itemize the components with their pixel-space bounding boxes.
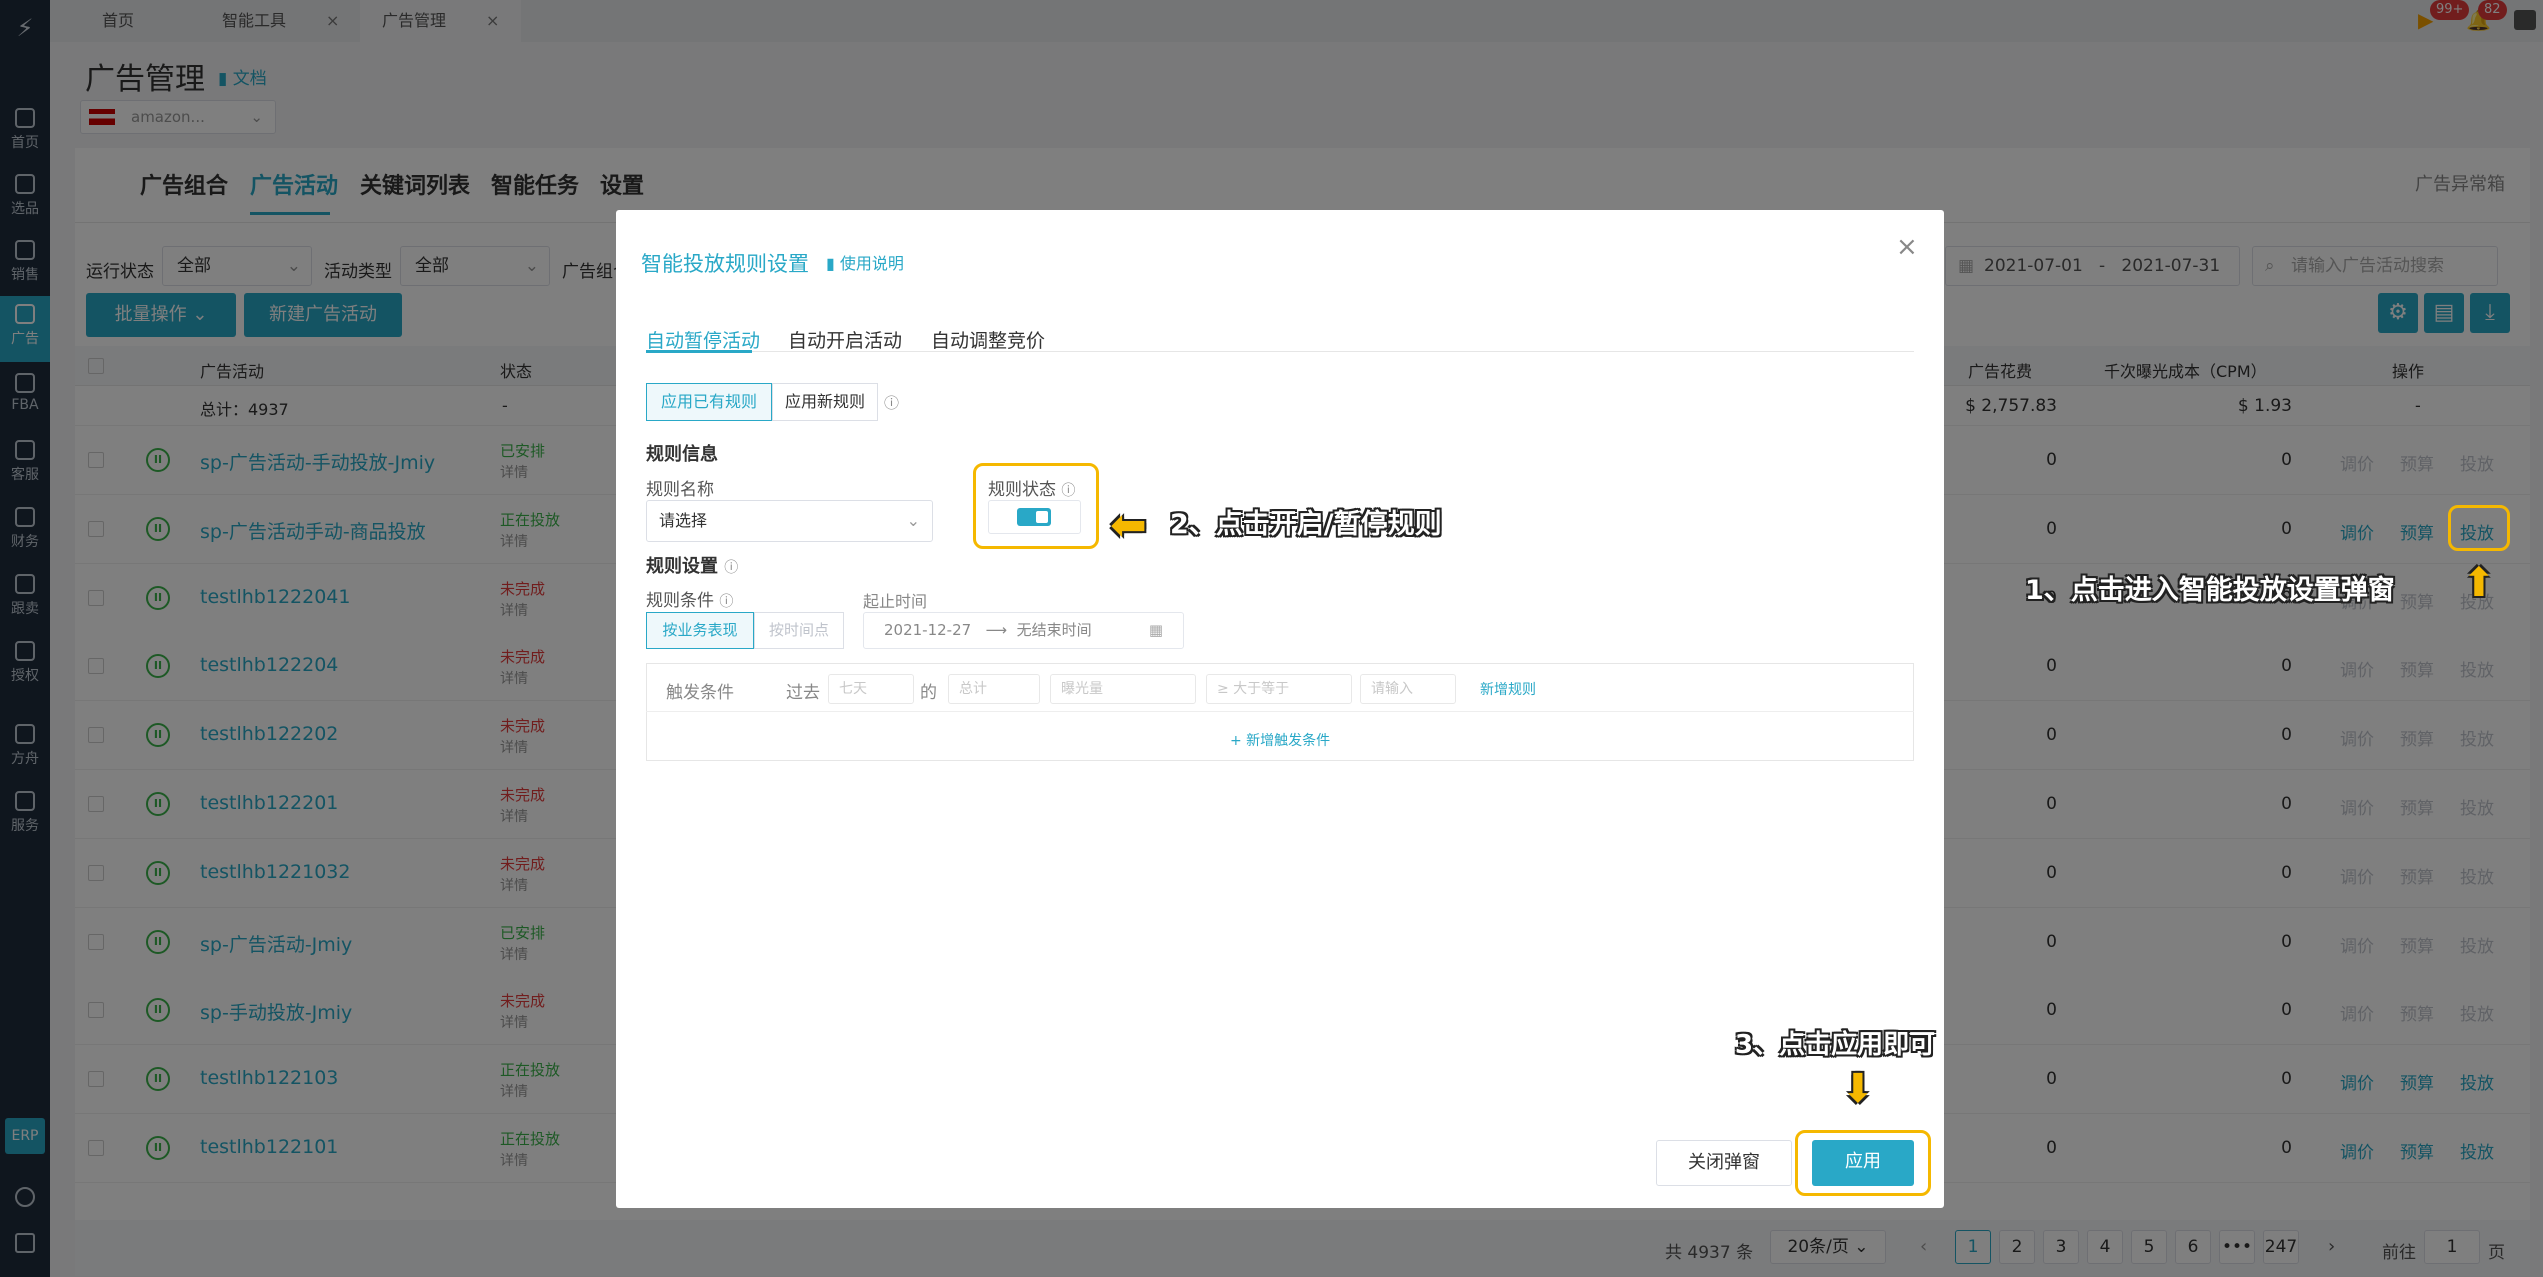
tab-auto-bid[interactable]: 自动调整竞价: [931, 326, 1045, 353]
rule-name-select[interactable]: 请选择 ⌄: [646, 500, 933, 542]
callout-step-2: 2、点击开启/暂停规则: [1170, 509, 1442, 540]
trigger-label: 触发条件: [666, 683, 734, 703]
apply-existing-rule-button[interactable]: 应用已有规则: [646, 383, 772, 421]
by-time-button[interactable]: 按时间点: [754, 612, 844, 649]
close-icon[interactable]: ×: [1896, 232, 1918, 262]
period-label: 起止时间: [863, 592, 928, 611]
rule-settings-heading: 规则设置 ⓘ: [646, 556, 739, 577]
highlight-rule-status: [973, 463, 1099, 549]
trigger-divider: [646, 711, 1914, 712]
add-condition-link[interactable]: + 新增触发条件: [1230, 730, 1330, 750]
agg-select[interactable]: 总计: [948, 674, 1040, 704]
arrow-left-icon: ⬅: [1110, 500, 1147, 551]
calendar-icon: ▦: [1148, 621, 1163, 639]
callout-step-1: 1、点击进入智能投放设置弹窗: [2025, 575, 2395, 606]
close-modal-button[interactable]: 关闭弹窗: [1656, 1140, 1792, 1186]
rule-condition-label: 规则条件 ⓘ: [646, 591, 734, 611]
highlight-deliver: [2448, 505, 2510, 551]
metric-select[interactable]: 曝光量: [1050, 674, 1196, 704]
operator-select[interactable]: ≥ 大于等于: [1206, 674, 1352, 704]
days-select[interactable]: 七天: [828, 674, 914, 704]
chevron-down-icon: ⌄: [906, 511, 920, 530]
rule-date-range[interactable]: 2021-12-27 ⟶ 无结束时间 ▦: [863, 612, 1184, 649]
tab-divider: [646, 351, 1914, 352]
info-icon: ⓘ: [724, 560, 739, 576]
add-rule-link[interactable]: 新增规则: [1480, 679, 1536, 699]
arrow-right-icon: ⟶: [985, 621, 1008, 639]
info-icon: ⓘ: [719, 594, 734, 610]
past-label: 过去: [786, 683, 820, 703]
rule-name-label: 规则名称: [646, 480, 714, 500]
highlight-apply: [1795, 1130, 1931, 1196]
tab-underline: [646, 350, 752, 353]
arrow-down-icon: ⬇: [1841, 1066, 1875, 1112]
apply-new-rule-button[interactable]: 应用新规则: [772, 383, 878, 421]
arrow-up-icon: ⬆: [2462, 560, 2496, 606]
modal-title: 智能投放规则设置: [641, 252, 809, 276]
of-label: 的: [920, 683, 937, 703]
info-icon: ⓘ: [884, 394, 900, 412]
value-input[interactable]: 请输入: [1360, 674, 1456, 704]
callout-step-3: 3、点击应用即可: [1735, 1030, 1936, 1060]
tab-auto-start[interactable]: 自动开启活动: [788, 326, 902, 353]
by-business-button[interactable]: 按业务表现: [646, 612, 754, 649]
rule-info-heading: 规则信息: [646, 444, 718, 465]
usage-doc-link[interactable]: ▮ 使用说明: [826, 250, 904, 274]
tab-auto-pause[interactable]: 自动暂停活动: [646, 326, 760, 353]
